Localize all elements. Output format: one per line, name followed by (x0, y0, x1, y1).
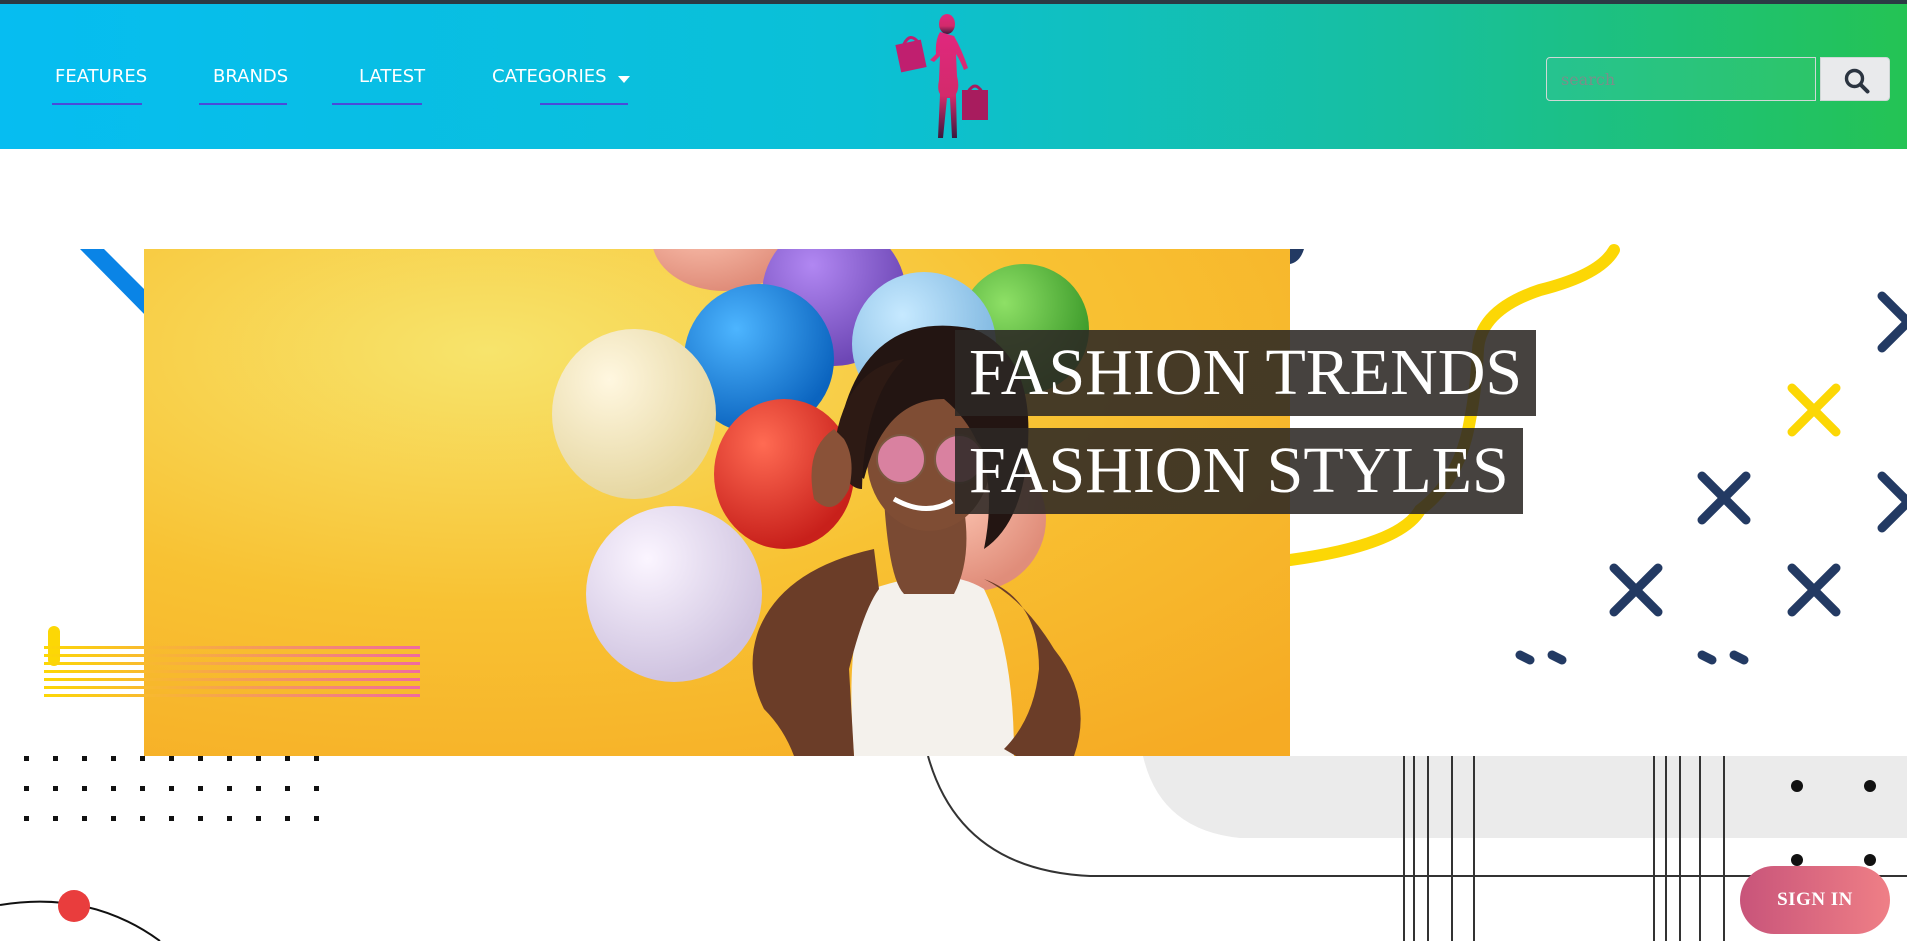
navy-x-shapes (1515, 291, 1907, 665)
yellow-x-shape (1787, 383, 1841, 437)
navy-corner-shape (1290, 249, 1304, 264)
dot-grid-left (24, 756, 319, 821)
red-dot-shape (58, 890, 90, 922)
sign-in-button[interactable]: SIGN IN (1740, 866, 1890, 934)
hero-caption-styles: FASHION STYLES (955, 428, 1523, 514)
hero-caption-trends: FASHION TRENDS (955, 330, 1537, 416)
striped-lines-decoration (44, 626, 420, 697)
blue-diagonal-shape (80, 249, 150, 320)
grey-panel-shape (1143, 756, 1907, 838)
